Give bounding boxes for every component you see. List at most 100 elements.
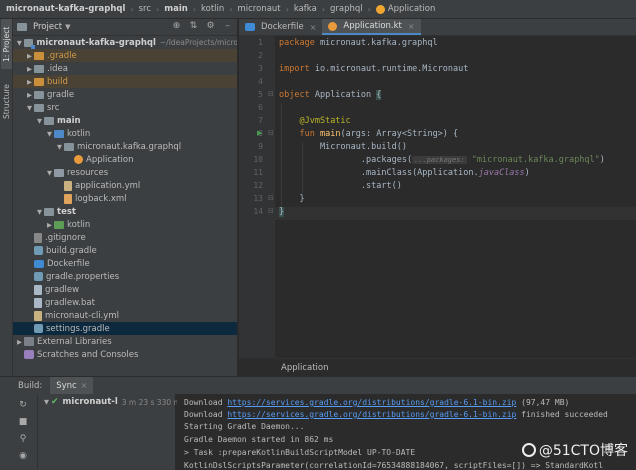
project-tool-tab[interactable]: 1: Project [1, 19, 12, 69]
folder-icon [44, 116, 54, 125]
watermark: @51CTO博客 [521, 440, 628, 460]
expanded-arrow-icon[interactable]: ▼ [45, 169, 54, 177]
tree-item-label: micronaut-kafka-graphql [36, 37, 156, 48]
collapsed-arrow-icon[interactable]: ▶ [25, 78, 34, 86]
pin-icon[interactable]: ⚲ [18, 434, 28, 444]
tree-item-micronaut-cli-yml[interactable]: micronaut-cli.yml [13, 309, 237, 322]
hide-icon[interactable]: – [222, 21, 233, 32]
tree-item-application[interactable]: Application [13, 153, 237, 166]
tree-item-gradlew[interactable]: gradlew [13, 283, 237, 296]
kotlin-file-icon [328, 21, 338, 31]
editor-gutter[interactable]: 1 2 3 4 5 6 7 8 9 10 11 12 13 14 ▶ ⊟ ⊟ ⊟… [239, 36, 275, 358]
expanded-arrow-icon[interactable]: ▼ [35, 208, 44, 216]
fold-icon[interactable]: ⊟ [268, 194, 274, 202]
line-number: 7 [258, 116, 263, 125]
tab-sync[interactable]: Sync × [50, 376, 94, 395]
project-panel-title[interactable]: Project [33, 22, 62, 32]
collapsed-arrow-icon[interactable]: ▶ [25, 65, 34, 73]
folder-icon [34, 77, 44, 86]
expanded-arrow-icon[interactable]: ▼ [45, 130, 54, 138]
fold-icon[interactable]: ⊟ [268, 207, 274, 215]
expanded-arrow-icon[interactable]: ▼ [15, 39, 24, 47]
expanded-arrow-icon[interactable]: ▼ [25, 104, 34, 112]
code-editor[interactable]: package micronaut.kafka.graphql import i… [275, 36, 636, 358]
expanded-arrow-icon[interactable]: ▼ [42, 398, 51, 406]
stop-icon[interactable]: ■ [18, 417, 28, 427]
breadcrumb-graphql[interactable]: graphql [330, 4, 363, 14]
run-icon[interactable]: ▶ [257, 129, 262, 137]
tree-item-application-yml[interactable]: application.yml [13, 179, 237, 192]
breadcrumb-kotlin[interactable]: kotlin [201, 4, 224, 14]
fold-icon[interactable]: ⊟ [268, 90, 274, 98]
tree-item-gitignore[interactable]: .gitignore [13, 231, 237, 244]
tree-item-gradle-properties[interactable]: gradle.properties [13, 270, 237, 283]
project-panel: Project ▼ ⊕ ⇅ ⚙ – ▼ micronaut-kafka-grap… [13, 19, 238, 376]
code-line-8: fun main(args: Array<String>) { [279, 129, 458, 139]
tree-item-build-gradle[interactable]: build.gradle [13, 244, 237, 257]
editor-breadcrumb-item[interactable]: Application [281, 363, 329, 373]
gear-icon[interactable]: ⚙ [205, 21, 216, 32]
parameter-hint: ...packages: [412, 156, 467, 164]
refresh-icon[interactable]: ↻ [18, 400, 28, 410]
tree-item-gradlew-bat[interactable]: gradlew.bat [13, 296, 237, 309]
tab-application-kt[interactable]: Application.kt × [322, 19, 421, 35]
tree-item-logback-xml[interactable]: logback.xml [13, 192, 237, 205]
code-line-9: Micronaut.build() [279, 142, 407, 152]
collapsed-arrow-icon[interactable]: ▶ [25, 52, 34, 60]
filter-icon[interactable]: ◉ [18, 451, 28, 461]
chevron-down-icon[interactable]: ▼ [65, 23, 70, 31]
breadcrumb-src[interactable]: src [139, 4, 151, 14]
build-tree: ▼ ✔ micronaut-l 3 m 23 s 330 ms [38, 394, 185, 470]
breadcrumb-application[interactable]: Application [388, 4, 436, 14]
project-folder-icon [17, 23, 27, 31]
tree-item-test[interactable]: ▼ test [13, 205, 237, 218]
download-link[interactable]: https://services.gradle.org/distribution… [227, 398, 516, 407]
collapsed-arrow-icon[interactable]: ▶ [25, 91, 34, 99]
structure-tool-tab[interactable]: Structure [1, 79, 12, 125]
tree-item-resources[interactable]: ▼ resources [13, 166, 237, 179]
kotlin-object-icon [375, 4, 385, 14]
tree-item-src[interactable]: ▼ src [13, 101, 237, 114]
download-link[interactable]: https://services.gradle.org/distribution… [227, 410, 516, 419]
tree-item-project-root[interactable]: ▼ micronaut-kafka-graphql ~/IdeaProjects… [13, 36, 237, 49]
close-icon[interactable]: × [408, 22, 415, 31]
breadcrumb-project[interactable]: micronaut-kafka-graphql [6, 4, 125, 14]
breadcrumb-main[interactable]: main [164, 4, 188, 14]
tree-item-main[interactable]: ▼ main [13, 114, 237, 127]
line-number: 11 [253, 168, 263, 177]
code-token: Micronaut.build() [319, 142, 407, 152]
tree-item-build[interactable]: ▶ build [13, 75, 237, 88]
tree-item-settings-gradle[interactable]: settings.gradle [13, 322, 237, 335]
tab-dockerfile[interactable]: Dockerfile × [239, 19, 322, 35]
tree-item-scratches[interactable]: Scratches and Consoles [13, 348, 237, 361]
tree-item-label: build.gradle [46, 245, 97, 256]
project-panel-header: Project ▼ ⊕ ⇅ ⚙ – [13, 19, 237, 36]
fold-icon[interactable]: ⊟ [268, 129, 274, 137]
tree-item-dockerfile[interactable]: Dockerfile [13, 257, 237, 270]
code-line-10: .packages(...packages: "micronaut.kafka.… [279, 155, 605, 165]
collapsed-arrow-icon[interactable]: ▶ [15, 338, 24, 346]
tab-label: Dockerfile [261, 22, 304, 32]
tree-item-package[interactable]: ▼ micronaut.kafka.graphql [13, 140, 237, 153]
tree-item-gradle[interactable]: ▶ gradle [13, 88, 237, 101]
expanded-arrow-icon[interactable]: ▼ [35, 117, 44, 125]
line-number: 10 [253, 155, 263, 164]
tree-item-label: Scratches and Consoles [37, 349, 139, 360]
breadcrumb-separator: › [367, 4, 371, 14]
expanded-arrow-icon[interactable]: ▼ [55, 143, 64, 151]
collapsed-arrow-icon[interactable]: ▶ [45, 221, 54, 229]
collapse-all-icon[interactable]: ⇅ [188, 21, 199, 32]
tree-item-kotlin-main[interactable]: ▼ kotlin [13, 127, 237, 140]
close-icon[interactable]: × [81, 381, 88, 390]
tree-item-external-libraries[interactable]: ▶ External Libraries [13, 335, 237, 348]
breadcrumb-kafka[interactable]: kafka [294, 4, 317, 14]
tree-item-idea[interactable]: ▶ .idea [13, 62, 237, 75]
build-tree-item[interactable]: ▼ ✔ micronaut-l 3 m 23 s 330 ms [42, 397, 185, 407]
tree-item-kotlin-test[interactable]: ▶ kotlin [13, 218, 237, 231]
code-token: (args: Array<String>) { [340, 129, 459, 139]
close-icon[interactable]: × [310, 23, 317, 32]
target-icon[interactable]: ⊕ [171, 21, 182, 32]
tree-item-gradle-cache[interactable]: ▶ .gradle [13, 49, 237, 62]
tree-item-label: micronaut-cli.yml [45, 310, 119, 321]
breadcrumb-micronaut[interactable]: micronaut [237, 4, 280, 14]
